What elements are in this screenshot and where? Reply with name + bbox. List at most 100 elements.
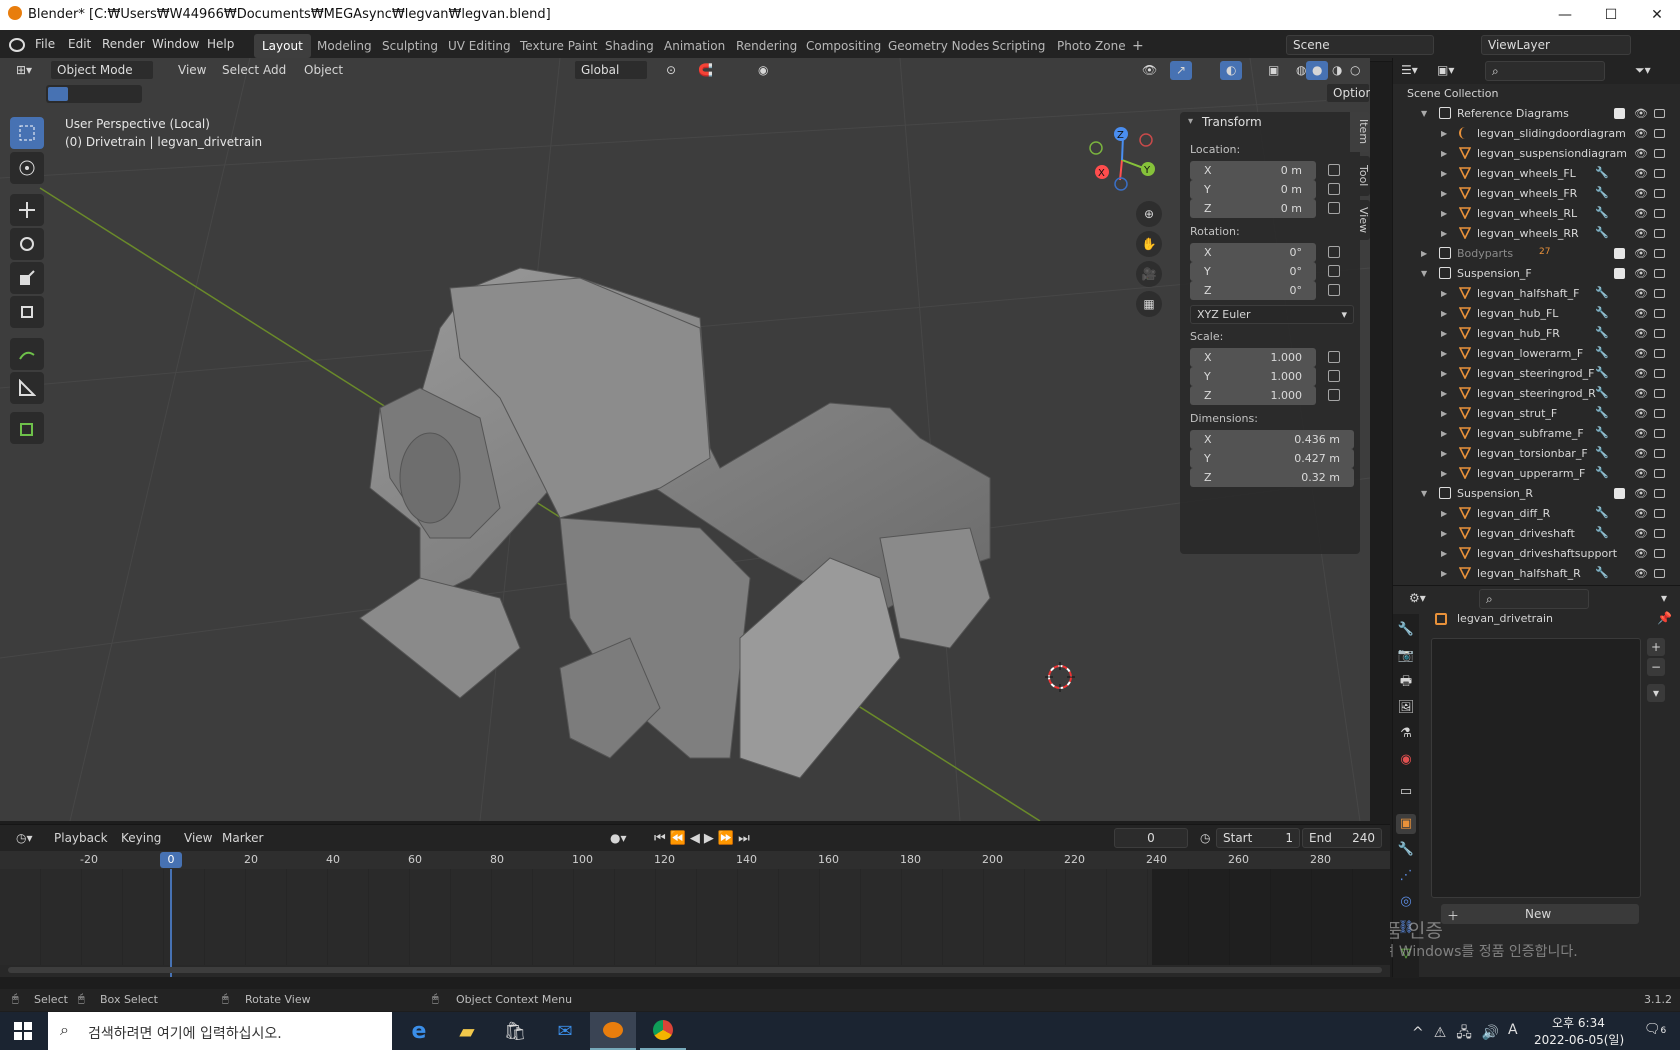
visibility-eye-icon[interactable]: 👁 [1634,227,1648,240]
timeline-menu-playback[interactable]: Playback [48,829,114,848]
add-slot-button[interactable]: + [1647,638,1665,656]
select-mode-buttons[interactable] [46,85,142,103]
rotate-tool[interactable] [10,228,44,260]
zoom-icon[interactable]: ⊕ [1136,201,1162,227]
lock-icon[interactable] [1328,284,1340,296]
outliner-row[interactable]: ▶ legvan_steeringrod_F 🔧 👁 [1393,364,1680,384]
tab-uv-editing[interactable]: UV Editing [440,34,519,58]
remove-slot-button[interactable]: − [1647,658,1665,676]
rotation-x-field[interactable]: X 0° [1190,243,1316,262]
store-icon[interactable]: 🛍 [492,1012,538,1050]
tool-tab-icon[interactable]: 🔧 [1396,620,1416,640]
scene-selector[interactable]: Scene [1286,35,1434,55]
lock-icon[interactable] [1328,164,1340,176]
visibility-eye-icon[interactable]: 👁 [1634,127,1648,140]
options-dropdown[interactable]: Options [1326,83,1370,103]
render-camera-icon[interactable] [1654,429,1665,438]
lock-icon[interactable] [1328,246,1340,258]
visibility-eye-icon[interactable]: 👁 [1634,507,1648,520]
material-slot-list[interactable] [1431,638,1641,898]
outliner-row[interactable]: ▶ legvan_slidingdoordiagram 👁 [1393,124,1680,144]
expand-arrow-icon[interactable]: ▶ [1441,529,1447,538]
modifier-wrench-icon[interactable]: 🔧 [1595,286,1609,299]
visibility-eye-icon[interactable]: 👁 [1634,487,1648,500]
blender-taskbar-icon[interactable] [590,1012,636,1050]
scale-x-field[interactable]: X 1.000 [1190,348,1316,367]
file-explorer-icon[interactable]: ▰ [444,1012,490,1050]
render-camera-icon[interactable] [1654,569,1665,578]
lock-icon[interactable] [1328,265,1340,277]
timeline-scrollbar[interactable] [8,967,1382,973]
blender-menu-icon[interactable] [9,38,25,52]
tab-compositing[interactable]: Compositing [798,34,889,58]
render-camera-icon[interactable] [1654,169,1665,178]
expand-arrow-icon[interactable]: ▶ [1441,549,1447,558]
rotation-mode-dropdown[interactable]: XYZ Euler ▾ [1190,305,1354,324]
visibility-eye-icon[interactable]: 👁 [1634,167,1648,180]
display-mode-icon[interactable]: ▣▾ [1431,61,1460,80]
outliner-row[interactable]: ▶ legvan_halfshaft_R 🔧 👁 [1393,564,1680,584]
tab-layout[interactable]: Layout [254,34,311,58]
outliner-row[interactable]: ▶ legvan_wheels_FR 🔧 👁 [1393,184,1680,204]
visibility-eye-icon[interactable]: 👁 [1634,367,1648,380]
visibility-eye-icon[interactable]: 👁 [1634,347,1648,360]
tab-geometry-nodes[interactable]: Geometry Nodes [880,34,997,58]
modifier-wrench-icon[interactable]: 🔧 [1595,206,1609,219]
menu-window[interactable]: Window [152,37,199,51]
menu-edit[interactable]: Edit [68,37,91,51]
properties-editor-type-icon[interactable]: ⚙▾ [1403,589,1432,608]
select-new-icon[interactable] [48,87,68,101]
outliner-row[interactable]: ▶ legvan_lowerarm_F 🔧 👁 [1393,344,1680,364]
tab-photo-zone[interactable]: Photo Zone [1049,34,1134,58]
render-camera-icon[interactable] [1654,509,1665,518]
viewport-menu-view[interactable]: View [172,61,212,80]
render-camera-icon[interactable] [1654,329,1665,338]
object-tab-icon[interactable]: ▣ [1396,814,1416,834]
outliner-row[interactable]: ▶ legvan_hub_FR 🔧 👁 [1393,324,1680,344]
visibility-eye-icon[interactable]: 👁 [1634,147,1648,160]
clock-icon[interactable]: ◷ [1194,829,1216,848]
expand-arrow-icon[interactable]: ▶ [1441,289,1447,298]
outliner-row[interactable]: ▶ legvan_strut_F 🔧 👁 [1393,404,1680,424]
system-tray-icons[interactable]: ^⚠🖧🔊 [1412,1022,1509,1046]
tab-rendering[interactable]: Rendering [728,34,805,58]
world-tab-icon[interactable]: ◉ [1396,750,1416,770]
visibility-eye-icon[interactable]: 👁 [1634,387,1648,400]
outliner-row[interactable]: ▶ Bodyparts 27 👁 [1393,244,1680,264]
navigation-gizmo[interactable]: X Y Z [1086,124,1166,204]
camera-view-icon[interactable]: 🎥 [1136,261,1162,287]
location-y-field[interactable]: Y 0 m [1190,180,1316,199]
timeline-ruler[interactable]: -20 0 20 40 60 80 100 120 140 160 180 200 220 240 260 2… [0,851,1390,869]
expand-arrow-icon[interactable]: ▶ [1441,309,1447,318]
pan-hand-icon[interactable]: ✋ [1136,231,1162,257]
record-icon[interactable]: ●▾ [604,829,633,848]
expand-arrow-icon[interactable]: ▶ [1441,389,1447,398]
rotation-z-field[interactable]: Z 0° [1190,281,1316,300]
expand-arrow-icon[interactable]: ▶ [1441,149,1447,158]
outliner-row[interactable]: ▶ legvan_subframe_F 🔧 👁 [1393,424,1680,444]
rotation-y-field[interactable]: Y 0° [1190,262,1316,281]
lock-icon[interactable] [1328,202,1340,214]
scale-z-field[interactable]: Z 1.000 [1190,386,1316,405]
lock-icon[interactable] [1328,351,1340,363]
visibility-eye-icon[interactable]: 👁 [1634,567,1648,580]
expand-arrow-icon[interactable]: ▼ [1421,489,1427,498]
collection-tab-icon[interactable]: ▭ [1396,782,1416,802]
modifier-tab-icon[interactable]: 🔧 [1396,840,1416,860]
outliner-row[interactable]: ▶ legvan_hub_FL 🔧 👁 [1393,304,1680,324]
viewport-menu-add[interactable]: Add [257,61,292,80]
annotate-tool[interactable] [10,338,44,370]
location-x-field[interactable]: X 0 m [1190,161,1316,180]
render-camera-icon[interactable] [1654,109,1665,118]
render-camera-icon[interactable] [1654,149,1665,158]
exclude-checkbox[interactable] [1614,268,1625,279]
render-camera-icon[interactable] [1654,389,1665,398]
visibility-eye-icon[interactable]: 👁 [1634,187,1648,200]
timeline-menu-marker[interactable]: Marker [216,829,269,848]
menu-render[interactable]: Render [102,37,145,51]
render-camera-icon[interactable] [1654,489,1665,498]
modifier-wrench-icon[interactable]: 🔧 [1595,566,1609,579]
render-camera-icon[interactable] [1654,249,1665,258]
dimensions-x-field[interactable]: X 0.436 m [1190,430,1354,449]
outliner-row[interactable]: ▼ Suspension_R 👁 [1393,484,1680,504]
